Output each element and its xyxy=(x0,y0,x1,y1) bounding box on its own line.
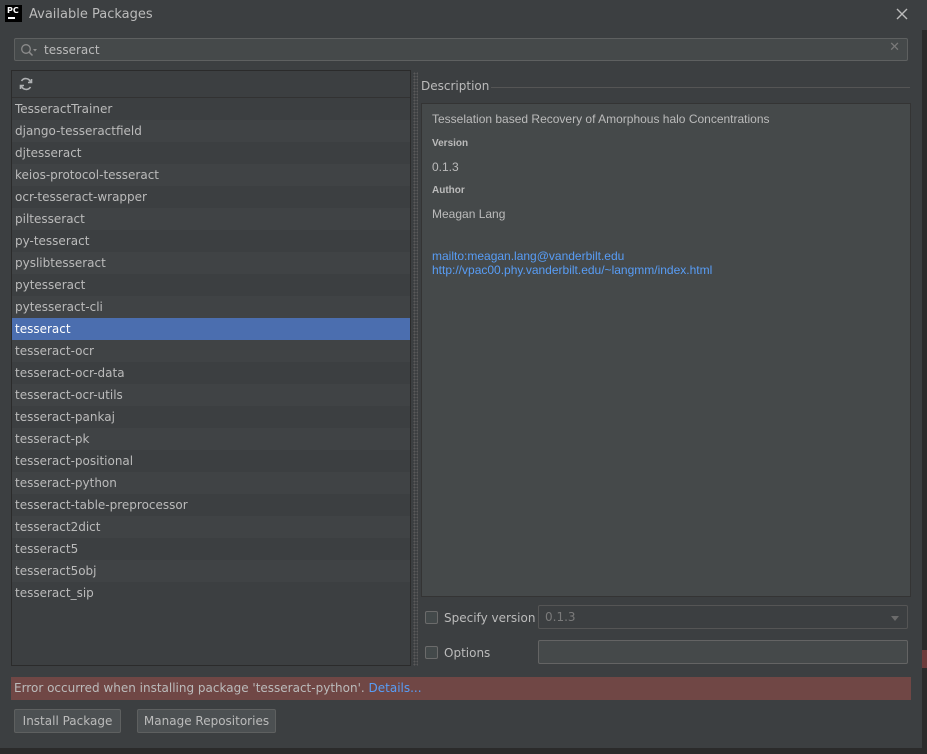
search-field[interactable]: ✕ xyxy=(14,38,908,61)
splitter-handle[interactable] xyxy=(413,72,418,666)
background-window-edge xyxy=(922,30,927,754)
close-icon xyxy=(896,8,908,20)
error-message: Error occurred when installing package '… xyxy=(14,681,365,695)
window-title: Available Packages xyxy=(29,7,153,22)
logo-text: PC xyxy=(7,6,19,15)
package-list-item[interactable]: tesseract-table-preprocessor xyxy=(12,494,410,516)
homepage-link[interactable]: http://vpac00.phy.vanderbilt.edu/~langmm… xyxy=(432,263,712,277)
author-heading: Author xyxy=(432,185,465,196)
package-list-item[interactable]: tesseract-python xyxy=(12,472,410,494)
pycharm-logo-icon: PC xyxy=(5,5,22,22)
specify-version-label: Specify version xyxy=(444,611,536,625)
package-list-item[interactable]: tesseract-pk xyxy=(12,428,410,450)
background-window-edge-bottom xyxy=(0,748,927,754)
email-link[interactable]: mailto:meagan.lang@vanderbilt.edu xyxy=(432,249,624,263)
package-list: TesseractTrainer django-tesseractfield djt… xyxy=(12,98,410,604)
description-divider xyxy=(491,87,910,88)
package-list-item[interactable]: TesseractTrainer xyxy=(12,98,410,120)
clear-search-icon[interactable]: ✕ xyxy=(889,40,900,55)
description-label: Description xyxy=(421,79,490,93)
version-select[interactable]: 0.1.3 xyxy=(538,605,908,629)
package-list-item[interactable]: ocr-tesseract-wrapper xyxy=(12,186,410,208)
search-icon[interactable] xyxy=(20,43,38,57)
package-list-item[interactable]: pyslibtesseract xyxy=(12,252,410,274)
title-bar: PC Available Packages xyxy=(0,0,927,30)
package-list-item[interactable]: tesseract5obj xyxy=(12,560,410,582)
version-value: 0.1.3 xyxy=(432,160,459,174)
package-list-panel: TesseractTrainer django-tesseractfield djt… xyxy=(11,70,411,666)
options-checkbox[interactable] xyxy=(425,646,438,659)
package-list-item[interactable]: tesseract-ocr xyxy=(12,340,410,362)
close-button[interactable] xyxy=(891,3,913,25)
specify-version-checkbox[interactable] xyxy=(425,611,438,624)
package-list-item[interactable]: tesseract-ocr-data xyxy=(12,362,410,384)
version-heading: Version xyxy=(432,138,469,149)
package-list-item[interactable]: tesseract-pankaj xyxy=(12,406,410,428)
package-list-item[interactable]: tesseract5 xyxy=(12,538,410,560)
search-input[interactable] xyxy=(44,41,884,58)
version-select-value: 0.1.3 xyxy=(545,610,576,624)
manage-repositories-button[interactable]: Manage Repositories xyxy=(137,709,276,733)
refresh-icon[interactable] xyxy=(18,76,34,92)
package-summary: Tesselation based Recovery of Amorphous … xyxy=(432,112,770,126)
description-panel: Tesselation based Recovery of Amorphous … xyxy=(421,103,911,597)
error-details-link[interactable]: Details... xyxy=(369,681,422,695)
package-list-item[interactable]: tesseract xyxy=(12,318,410,340)
install-package-button[interactable]: Install Package xyxy=(14,709,121,733)
package-list-item[interactable]: pytesseract xyxy=(12,274,410,296)
chevron-down-icon xyxy=(891,616,899,621)
package-list-item[interactable]: piltesseract xyxy=(12,208,410,230)
package-list-item[interactable]: py-tesseract xyxy=(12,230,410,252)
list-toolbar xyxy=(12,71,410,98)
package-list-item[interactable]: pytesseract-cli xyxy=(12,296,410,318)
package-list-item[interactable]: tesseract2dict xyxy=(12,516,410,538)
package-list-item[interactable]: keios-protocol-tesseract xyxy=(12,164,410,186)
package-list-item[interactable]: djtesseract xyxy=(12,142,410,164)
package-list-item[interactable]: django-tesseractfield xyxy=(12,120,410,142)
options-input[interactable] xyxy=(538,640,908,664)
package-list-item[interactable]: tesseract_sip xyxy=(12,582,410,604)
package-list-item[interactable]: tesseract-positional xyxy=(12,450,410,472)
options-label: Options xyxy=(444,646,491,660)
package-list-item[interactable]: tesseract-ocr-utils xyxy=(12,384,410,406)
error-bar: Error occurred when installing package '… xyxy=(11,677,911,700)
author-value: Meagan Lang xyxy=(432,207,506,221)
